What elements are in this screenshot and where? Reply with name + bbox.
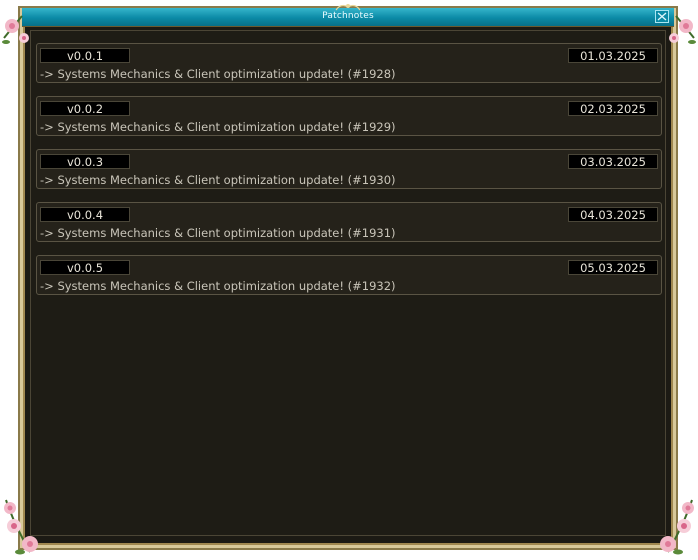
flower-icon bbox=[669, 15, 696, 44]
version-label: v0.0.1 bbox=[40, 48, 130, 63]
version-label: v0.0.4 bbox=[40, 207, 130, 222]
patchnote-entry: v0.0.1 01.03.2025 -> Systems Mechanics &… bbox=[36, 43, 662, 83]
version-label: v0.0.5 bbox=[40, 260, 130, 275]
version-label: v0.0.2 bbox=[40, 101, 130, 116]
flower-icon bbox=[660, 499, 694, 555]
date-label: 03.03.2025 bbox=[568, 154, 658, 169]
patchnote-text: -> Systems Mechanics & Client optimizati… bbox=[40, 67, 396, 81]
patchnote-entry: v0.0.5 05.03.2025 -> Systems Mechanics &… bbox=[36, 255, 662, 295]
flower-icon bbox=[4, 499, 38, 555]
date-label: 05.03.2025 bbox=[568, 260, 658, 275]
patchnotes-window: Patchnotes v0.0.1 01.03.2025 -> Systems … bbox=[0, 0, 698, 560]
patchnote-text: -> Systems Mechanics & Client optimizati… bbox=[40, 173, 396, 187]
patchnote-text: -> Systems Mechanics & Client optimizati… bbox=[40, 279, 396, 293]
window-title: Patchnotes bbox=[322, 11, 374, 21]
patchnote-text: -> Systems Mechanics & Client optimizati… bbox=[40, 120, 396, 134]
flower-icon bbox=[2, 15, 29, 44]
date-label: 02.03.2025 bbox=[568, 101, 658, 116]
patchnote-entry: v0.0.4 04.03.2025 -> Systems Mechanics &… bbox=[36, 202, 662, 242]
version-label: v0.0.3 bbox=[40, 154, 130, 169]
date-label: 01.03.2025 bbox=[568, 48, 658, 63]
patchnotes-list[interactable]: v0.0.1 01.03.2025 -> Systems Mechanics &… bbox=[30, 30, 666, 536]
patchnote-text: -> Systems Mechanics & Client optimizati… bbox=[40, 226, 396, 240]
patchnote-entry: v0.0.3 03.03.2025 -> Systems Mechanics &… bbox=[36, 149, 662, 189]
patchnote-entry: v0.0.2 02.03.2025 -> Systems Mechanics &… bbox=[36, 96, 662, 136]
crest-icon bbox=[335, 4, 361, 11]
date-label: 04.03.2025 bbox=[568, 207, 658, 222]
